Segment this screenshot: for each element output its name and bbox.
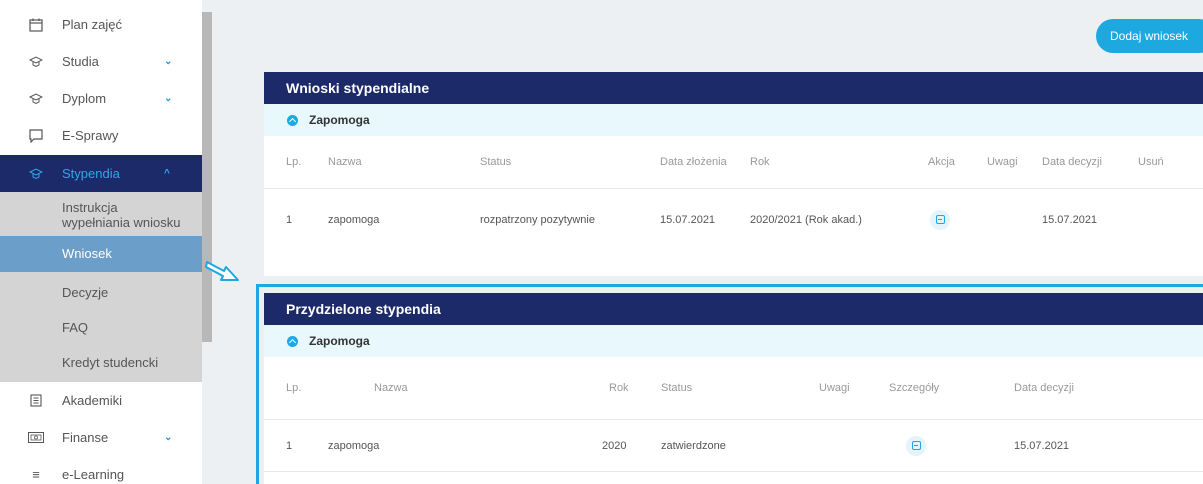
cell-year: 2020 [602,439,627,452]
card-title: Przydzielone stypendia [264,293,1203,325]
sidebar-item-label: e-Learning [62,467,125,482]
column-header: Data decyzji [1042,156,1102,168]
section-label: Zapomoga [309,334,370,348]
assigned-scholarships-card: Przydzielone stypendia Zapomoga Lp. Nazw… [264,293,1203,484]
column-header: Akcja [928,156,955,168]
sidebar-item-plan-zajec[interactable]: Plan zajęć [0,6,202,43]
details-icon [911,441,921,450]
sidebar-item-label: Stypendia [62,166,120,181]
chevron-down-icon: ⌄ [164,56,173,67]
sidebar-item-studia[interactable]: Studia ⌄ [0,43,202,80]
chevron-up-icon: ^ [164,168,170,179]
chat-icon [28,128,44,144]
sidebar-item-label: Akademiki [62,393,122,408]
table-row-divider [264,471,1203,483]
sidebar-item-e-sprawy[interactable]: E-Sprawy [0,117,202,154]
sidebar-item-finanse[interactable]: Finanse ⌄ [0,419,202,456]
sidebar: Plan zajęć Studia ⌄ Dyplom ⌄ E-Sprawy St… [0,0,202,484]
sidebar-item-label: Finanse [62,430,109,445]
column-header: Data decyzji [1014,382,1074,394]
table-header: Lp. Nazwa Rok Status Uwagi Szczegóły Dat… [264,357,1203,419]
graduation-cap-icon [28,91,44,107]
card-title: Wnioski stypendialne [264,72,1203,104]
section-label: Zapomoga [309,113,370,127]
sidebar-subitem-label: Kredyt studencki [62,355,159,370]
sidebar-item-label: Plan zajęć [62,17,122,32]
cell-lp: 1 [286,439,293,452]
chevron-down-icon: ⌄ [164,93,173,104]
sidebar-item-label: E-Sprawy [62,128,119,143]
table-row: 1 zapomoga 2020 zatwierdzone 15.07.2021 [264,419,1203,471]
sidebar-item-e-learning[interactable]: ≡ e-Learning [0,456,202,484]
sidebar-subitem-label: FAQ [62,320,89,335]
details-button[interactable] [906,435,926,456]
column-header: Nazwa [374,382,408,394]
column-header: Data złożenia [660,156,727,168]
cell-submission-date: 15.07.2021 [660,213,716,226]
column-header: Uwagi [819,382,850,394]
sidebar-subitem-label: Decyzje [62,285,109,300]
column-header: Usuń [1138,156,1164,168]
section-toggle[interactable]: Zapomoga [264,325,1203,357]
sidebar-subitem-label: Wniosek [62,246,112,261]
column-header: Szczegóły [889,382,940,394]
building-icon [28,393,44,409]
graduation-cap-icon [28,166,44,182]
column-header: Nazwa [328,156,362,168]
cell-decision-date: 15.07.2021 [1014,439,1070,452]
column-header: Status [661,382,693,394]
cell-lp: 1 [286,213,293,226]
money-icon [28,430,44,446]
sidebar-item-label: Dyplom [62,91,107,106]
sidebar-subitem-kredyt[interactable]: Kredyt studencki [0,344,202,382]
cell-status: zatwierdzone [661,439,726,452]
column-header: Rok [750,156,770,168]
table-row: 1 zapomoga rozpatrzony pozytywnie 15.07.… [264,188,1203,250]
table-header: Lp. Nazwa Status Data złożenia Rok Akcja… [264,136,1203,188]
sidebar-subitem-instrukcja[interactable]: Instrukcja wypełniania wniosku [0,192,202,236]
column-header: Uwagi [987,156,1018,168]
sidebar-subitem-decyzje[interactable]: Decyzje [0,272,202,308]
sidebar-subitem-label: Instrukcja wypełniania wniosku [62,200,181,230]
cell-year: 2020/2021 (Rok akad.) [750,213,862,226]
column-header: Status [480,156,512,168]
add-application-button[interactable]: Dodaj wniosek [1096,19,1203,53]
column-header: Lp. [286,156,302,168]
column-header: Lp. [286,382,302,394]
sidebar-subitem-wniosek[interactable]: Wniosek [0,236,202,272]
cell-name: zapomoga [328,439,380,452]
column-header: Rok [609,382,629,394]
open-icon [935,215,945,224]
open-action-button[interactable] [930,209,950,230]
cell-name: zapomoga [328,213,380,226]
cell-status: rozpatrzony pozytywnie [480,213,595,226]
chevron-up-icon [287,335,298,347]
arrow-icon [205,261,239,281]
sidebar-item-label: Studia [62,54,99,69]
sidebar-item-stypendia[interactable]: Stypendia ^ [0,155,202,192]
sidebar-item-akademiki[interactable]: Akademiki [0,382,202,419]
cell-decision-date: 15.07.2021 [1042,213,1098,226]
chevron-down-icon: ⌄ [164,432,173,443]
sidebar-subitem-faq[interactable]: FAQ [0,308,202,344]
calendar-icon [28,17,44,33]
chevron-up-icon [287,114,298,126]
section-toggle[interactable]: Zapomoga [264,104,1203,136]
applications-card: Wnioski stypendialne Zapomoga Lp. Nazwa … [264,72,1203,276]
sidebar-scrollbar[interactable] [202,12,212,342]
graduation-cap-icon [28,54,44,70]
sidebar-item-dyplom[interactable]: Dyplom ⌄ [0,80,202,117]
menu-lines-icon: ≡ [32,467,40,482]
